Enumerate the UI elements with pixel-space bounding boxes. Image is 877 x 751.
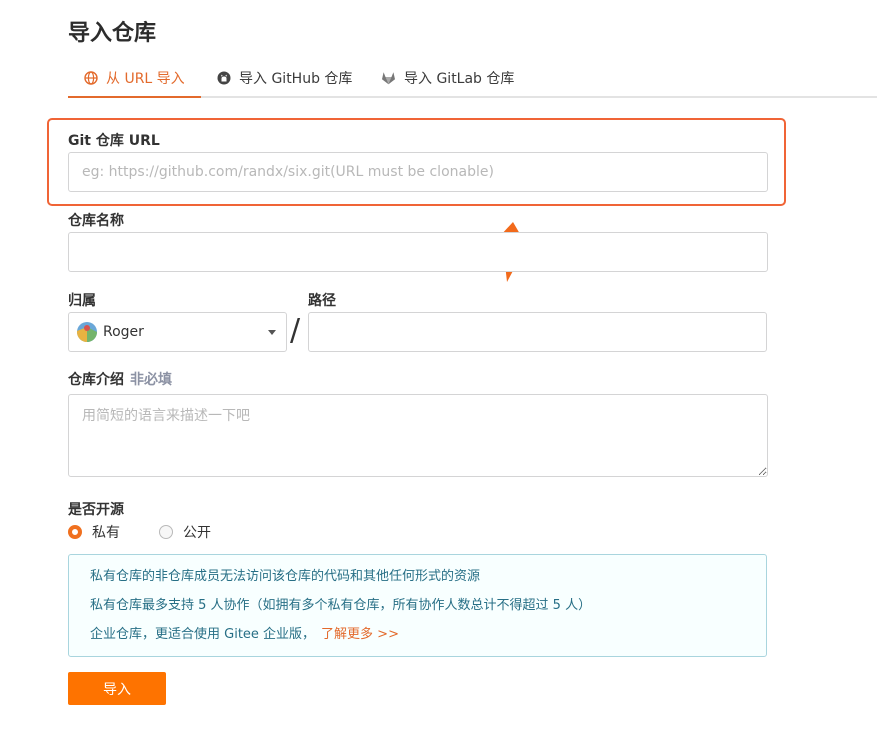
owner-value: Roger <box>103 324 144 340</box>
radio-label: 私有 <box>92 525 120 541</box>
tab-label: 导入 GitLab 仓库 <box>404 71 515 87</box>
globe-icon <box>84 71 98 85</box>
tab-gitlab[interactable]: 导入 GitLab 仓库 <box>381 60 514 96</box>
owner-select[interactable]: Roger <box>68 312 287 352</box>
tab-github[interactable]: 导入 GitHub 仓库 <box>217 60 352 96</box>
radio-checked-icon <box>68 525 82 539</box>
path-separator: / <box>290 313 301 348</box>
import-tabs: 从 URL 导入 导入 GitHub 仓库 导入 GitLab 仓库 <box>68 60 877 98</box>
tab-from-url[interactable]: 从 URL 导入 <box>68 60 201 98</box>
path-label: 路径 <box>308 293 336 309</box>
path-input[interactable] <box>308 312 767 352</box>
github-icon <box>217 71 231 85</box>
tab-label: 从 URL 导入 <box>106 71 185 87</box>
notice-line-with-link: 企业仓库，更适合使用 Gitee 企业版， 了解更多 >> <box>90 626 766 655</box>
notice-line: 私有仓库最多支持 5 人协作（如拥有多个私有仓库，所有协作人数总计不得超过 5 … <box>90 598 592 613</box>
import-button[interactable]: 导入 <box>68 672 166 705</box>
optional-tag: 非必填 <box>130 372 172 388</box>
radio-label: 公开 <box>183 525 211 541</box>
learn-more-link[interactable]: 了解更多 >> <box>321 627 399 642</box>
page-title: 导入仓库 <box>68 21 157 46</box>
description-label: 仓库介绍 非必填 <box>68 369 172 389</box>
description-textarea[interactable] <box>68 394 768 477</box>
repo-name-input[interactable] <box>68 232 768 272</box>
visibility-label: 是否开源 <box>68 502 124 518</box>
tab-label: 导入 GitHub 仓库 <box>239 71 353 87</box>
avatar <box>77 322 97 342</box>
notice-text: 企业仓库，更适合使用 Gitee 企业版， <box>90 627 316 642</box>
repo-name-label: 仓库名称 <box>68 213 124 229</box>
radio-unchecked-icon <box>159 525 173 539</box>
chevron-down-icon <box>268 330 276 335</box>
git-url-input[interactable] <box>68 152 768 192</box>
gitlab-icon <box>382 72 395 85</box>
description-label-text: 仓库介绍 <box>68 372 124 388</box>
radio-private[interactable]: 私有 <box>68 522 120 542</box>
git-url-label: Git 仓库 URL <box>68 133 160 149</box>
radio-public[interactable]: 公开 <box>159 522 211 542</box>
private-repo-notice: 私有仓库的非仓库成员无法访问该仓库的代码和其他任何形式的资源 私有仓库最多支持 … <box>68 554 767 657</box>
notice-line: 私有仓库的非仓库成员无法访问该仓库的代码和其他任何形式的资源 <box>90 569 481 584</box>
owner-label: 归属 <box>68 293 96 309</box>
